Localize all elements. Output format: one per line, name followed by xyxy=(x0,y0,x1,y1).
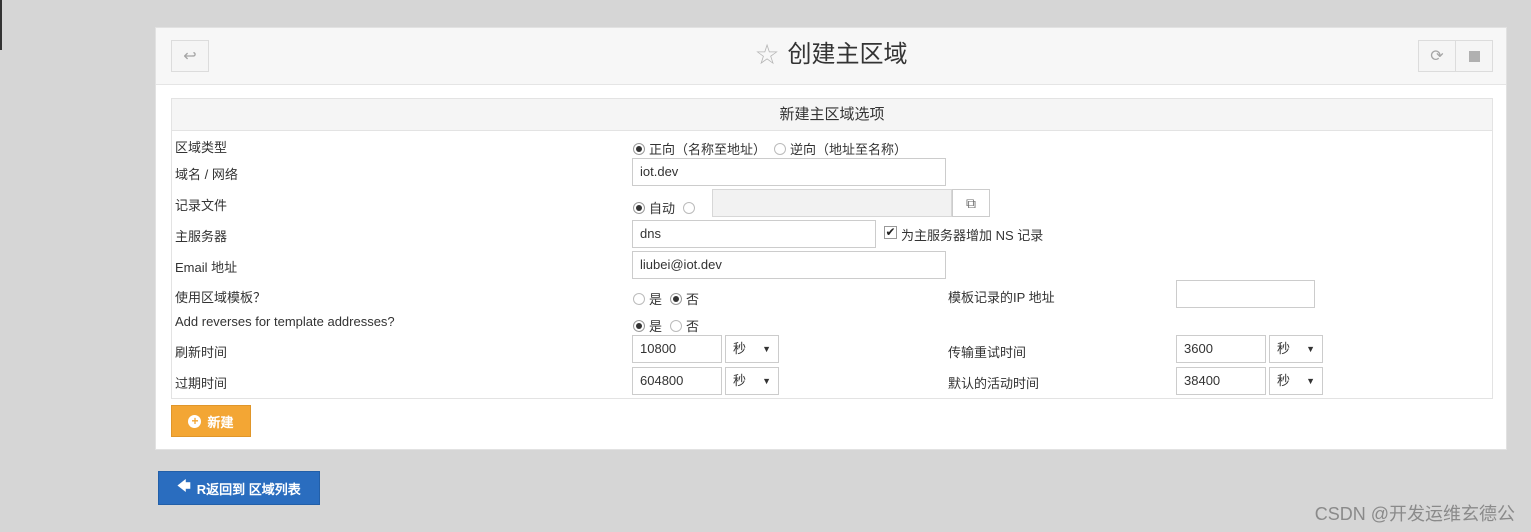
chevron-down-icon: ▼ xyxy=(1306,344,1315,354)
use-template-no-label: 否 xyxy=(686,292,700,307)
refresh-button[interactable]: ⟳ xyxy=(1418,40,1456,72)
zone-options-form: 新建主区域选项 区域类型 正向（名称至地址） 逆向（地址至名称） 域名 / 网络… xyxy=(171,98,1493,399)
expire-time-label: 过期时间 xyxy=(175,376,228,391)
return-to-zone-list-button[interactable]: 🡄 R返回到 区域列表 xyxy=(158,471,320,505)
expire-time-unit-select[interactable]: 秒 ▼ xyxy=(725,367,779,395)
master-server-label: 主服务器 xyxy=(175,229,228,244)
arrow-left-icon: 🡄 xyxy=(177,478,191,493)
window-edge xyxy=(0,0,2,50)
use-template-label: 使用区域模板？ xyxy=(175,290,267,305)
add-reverses-yes-radio[interactable] xyxy=(633,319,645,332)
use-template-no-radio[interactable] xyxy=(670,292,683,305)
expire-time-unit-value: 秒 xyxy=(733,373,747,388)
panel-header: ↩ ☆ 创建主区域 ⟳ xyxy=(156,28,1506,85)
transfer-retry-unit-value: 秒 xyxy=(1277,341,1291,356)
transfer-retry-unit-select[interactable]: 秒 ▼ xyxy=(1269,335,1323,363)
add-reverses-no-radio[interactable] xyxy=(670,319,683,332)
zone-type-forward-radio[interactable] xyxy=(633,142,645,155)
record-file-custom-radio[interactable] xyxy=(683,201,696,214)
zone-type-reverse-radio[interactable] xyxy=(774,142,787,155)
add-reverses-label: Add reverses for template addresses? xyxy=(175,314,395,329)
default-ttl-input[interactable]: 38400 xyxy=(1176,367,1266,395)
default-ttl-unit-select[interactable]: 秒 ▼ xyxy=(1269,367,1323,395)
email-label: Email 地址 xyxy=(175,260,238,275)
chevron-down-icon: ▼ xyxy=(762,344,771,354)
master-server-input[interactable]: dns xyxy=(632,220,876,248)
form-section-title: 新建主区域选项 xyxy=(172,99,1492,131)
stop-button[interactable] xyxy=(1455,40,1493,72)
chevron-down-icon: ▼ xyxy=(762,376,771,386)
default-ttl-label: 默认的活动时间 xyxy=(948,376,1040,391)
record-file-radio-group: 自动 xyxy=(633,198,699,217)
file-chooser-icon: ⧉ xyxy=(966,194,976,211)
star-icon[interactable]: ☆ xyxy=(754,40,779,70)
record-file-input[interactable] xyxy=(712,189,952,217)
domain-label: 域名 / 网络 xyxy=(175,167,238,182)
chevron-down-icon: ▼ xyxy=(1306,376,1315,386)
add-reverses-radio-group: 是 否 xyxy=(633,316,707,335)
transfer-retry-label: 传输重试时间 xyxy=(948,345,1027,360)
stop-icon xyxy=(1468,50,1480,62)
expire-time-input[interactable]: 604800 xyxy=(632,367,722,395)
return-button-label: R返回到 区域列表 xyxy=(196,481,301,497)
refresh-time-label: 刷新时间 xyxy=(175,345,228,360)
page-title: 创建主区域 xyxy=(787,41,908,68)
create-button[interactable]: + 新建 xyxy=(171,405,251,437)
default-ttl-unit-value: 秒 xyxy=(1277,373,1291,388)
refresh-time-unit-value: 秒 xyxy=(733,341,747,356)
use-template-radio-group: 是 否 xyxy=(633,289,707,308)
refresh-time-input[interactable]: 10800 xyxy=(632,335,722,363)
add-ns-record-checkbox[interactable]: ✔ xyxy=(884,226,897,239)
plus-circle-icon: + xyxy=(188,414,202,428)
main-panel: ↩ ☆ 创建主区域 ⟳ 新建主区域选项 区域类型 正向（名称至地址） 逆向（地址… xyxy=(155,27,1507,450)
add-reverses-no-label: 否 xyxy=(686,319,700,334)
zone-type-forward-label: 正向（名称至地址） xyxy=(649,142,767,157)
zone-type-label: 区域类型 xyxy=(175,140,228,155)
use-template-yes-radio[interactable] xyxy=(633,292,645,305)
watermark: CSDN @开发运维玄德公 xyxy=(1314,504,1515,524)
record-file-auto-radio[interactable] xyxy=(633,201,645,214)
refresh-icon: ⟳ xyxy=(1430,48,1444,65)
zone-type-reverse-label: 逆向（地址至名称） xyxy=(790,142,908,157)
transfer-retry-input[interactable]: 3600 xyxy=(1176,335,1266,363)
add-ns-record-label: 为主服务器增加 NS 记录 xyxy=(901,228,1044,243)
create-button-label: 新建 xyxy=(207,414,234,430)
zone-type-radio-group: 正向（名称至地址） 逆向（地址至名称） xyxy=(633,139,915,158)
file-chooser-button[interactable]: ⧉ xyxy=(952,189,990,217)
add-reverses-yes-label: 是 xyxy=(649,319,663,334)
record-file-auto-label: 自动 xyxy=(649,201,676,216)
email-input[interactable]: liubei@iot.dev xyxy=(632,251,946,279)
template-ip-label: 模板记录的IP 地址 xyxy=(948,290,1055,305)
page-title-group: ☆ 创建主区域 xyxy=(156,40,1506,70)
refresh-time-unit-select[interactable]: 秒 ▼ xyxy=(725,335,779,363)
record-file-label: 记录文件 xyxy=(175,198,228,213)
use-template-yes-label: 是 xyxy=(649,292,663,307)
domain-input[interactable]: iot.dev xyxy=(632,158,946,186)
template-ip-input[interactable] xyxy=(1176,280,1315,308)
